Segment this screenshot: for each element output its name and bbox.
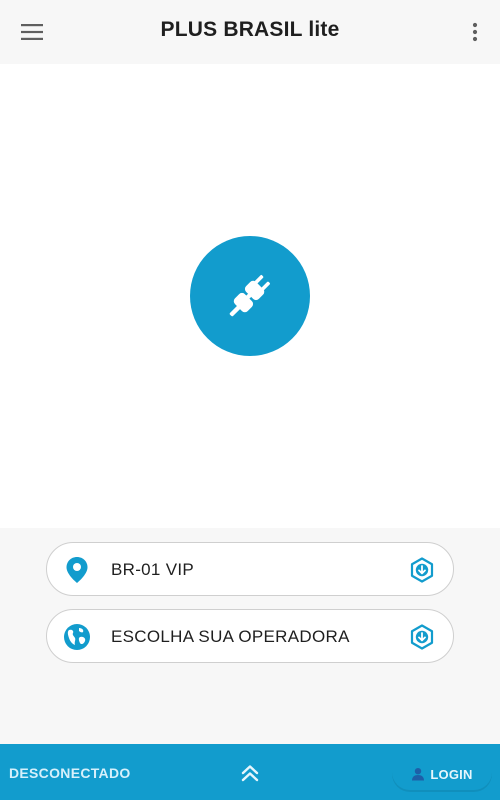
connect-button[interactable]	[190, 236, 310, 356]
download-icon[interactable]	[409, 557, 435, 583]
expand-panel-button[interactable]	[236, 760, 264, 786]
login-button[interactable]: LOGIN	[392, 756, 492, 792]
login-label: LOGIN	[430, 766, 473, 782]
selection-panel: BR-01 VIP ESCOLHA SUA OPERADORA	[0, 528, 500, 744]
top-app-bar: PLUS BRASIL lite	[0, 0, 500, 64]
more-options-button[interactable]	[460, 14, 490, 50]
operator-label: ESCOLHA SUA OPERADORA	[111, 627, 350, 646]
more-vertical-icon	[472, 22, 478, 42]
app-title: PLUS BRASIL lite	[160, 18, 340, 41]
server-selector[interactable]: BR-01 VIP	[46, 542, 454, 596]
download-icon[interactable]	[409, 624, 435, 650]
double-chevron-up-icon	[241, 765, 259, 782]
plug-disconnected-icon	[229, 275, 270, 317]
operator-selector[interactable]: ESCOLHA SUA OPERADORA	[46, 609, 454, 663]
connect-area	[0, 64, 500, 528]
bottom-status-bar: DESCONECTADO LOGIN	[0, 744, 500, 800]
location-pin-icon	[63, 556, 91, 584]
user-icon	[412, 768, 425, 781]
server-label: BR-01 VIP	[111, 560, 195, 579]
connection-status: DESCONECTADO	[9, 765, 131, 781]
app-root: PLUS BRASIL lite BR-01 VIP ESCOLHA SUA O…	[0, 0, 500, 800]
globe-icon	[63, 623, 91, 651]
